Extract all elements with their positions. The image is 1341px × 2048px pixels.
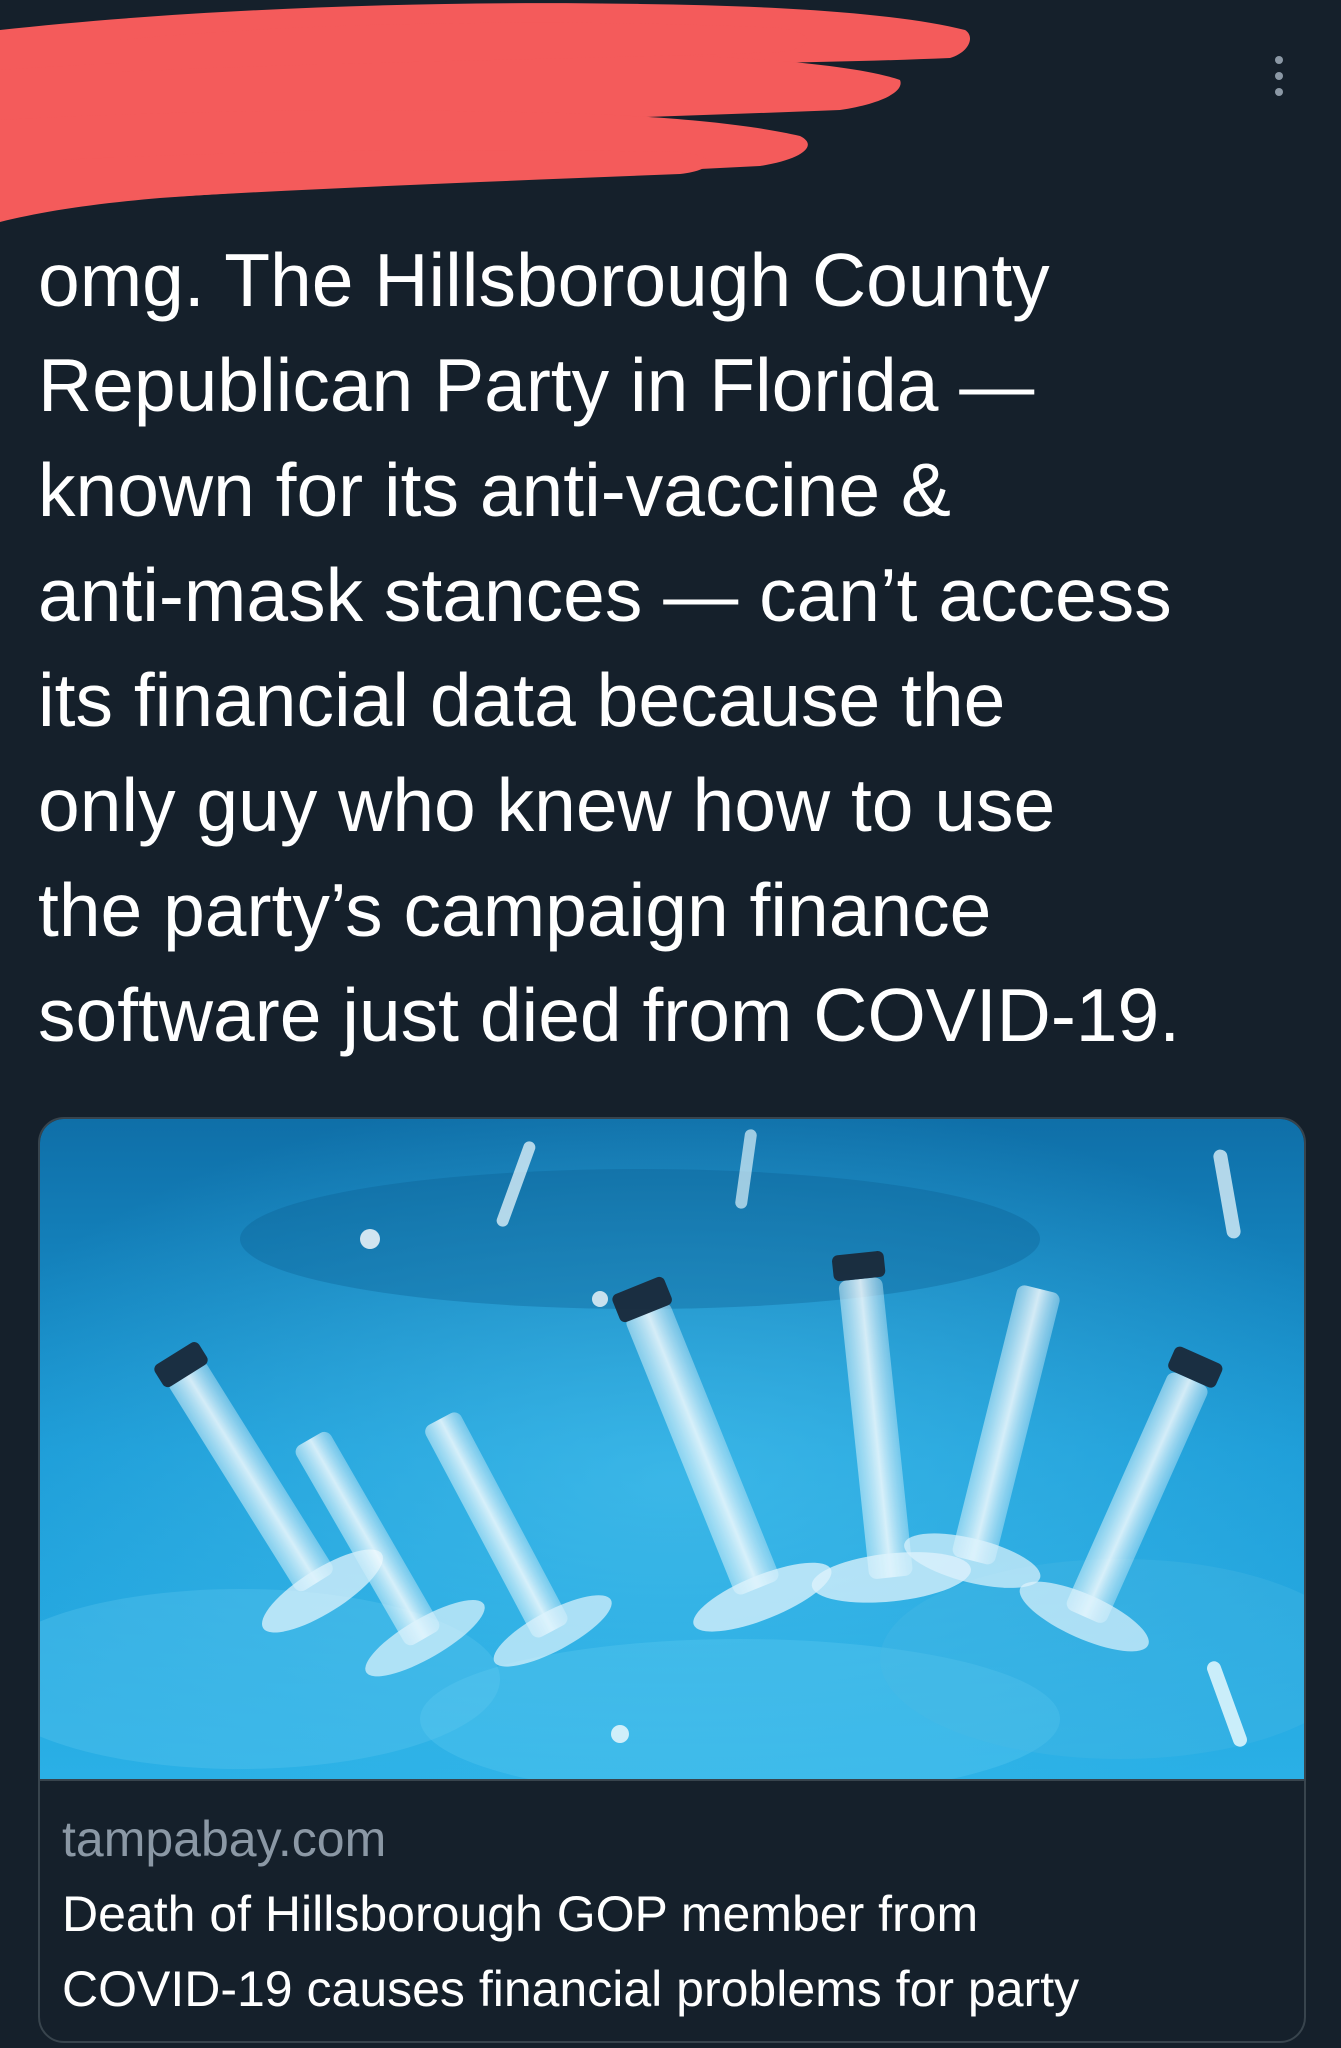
card-divider [40, 1779, 1304, 1781]
tweet-text-line: Republican Party in Florida — [38, 343, 1035, 427]
tweet-text-line: its financial data because the [38, 658, 1006, 742]
card-title-line: COVID-19 causes financial problems for p… [62, 1961, 1080, 2017]
redaction-scribble [0, 3, 970, 222]
more-vertical-icon[interactable] [1262, 52, 1296, 100]
tweet-text-line: known for its anti-vaccine & [38, 448, 951, 532]
tweet-text-line: omg. The Hillsborough County [38, 238, 1050, 322]
card-image-syringes[interactable] [40, 1119, 1304, 1779]
tweet: omg. The Hillsborough County Republican … [0, 0, 1341, 2048]
tweet-text: omg. The Hillsborough County Republican … [38, 228, 1318, 1068]
link-card[interactable]: tampabay.com Death of Hillsborough GOP m… [38, 1117, 1306, 2043]
card-title-line: Death of Hillsborough GOP member from [62, 1886, 979, 1942]
tweet-text-line: software just died from COVID-19. [38, 973, 1181, 1057]
tweet-text-line: anti-mask stances — can’t access [38, 553, 1172, 637]
card-domain[interactable]: tampabay.com [62, 1807, 386, 1871]
tweet-text-line: the party’s campaign finance [38, 868, 992, 952]
tweet-text-line: only guy who knew how to use [38, 763, 1056, 847]
card-title[interactable]: Death of Hillsborough GOP member from CO… [62, 1877, 1282, 2027]
